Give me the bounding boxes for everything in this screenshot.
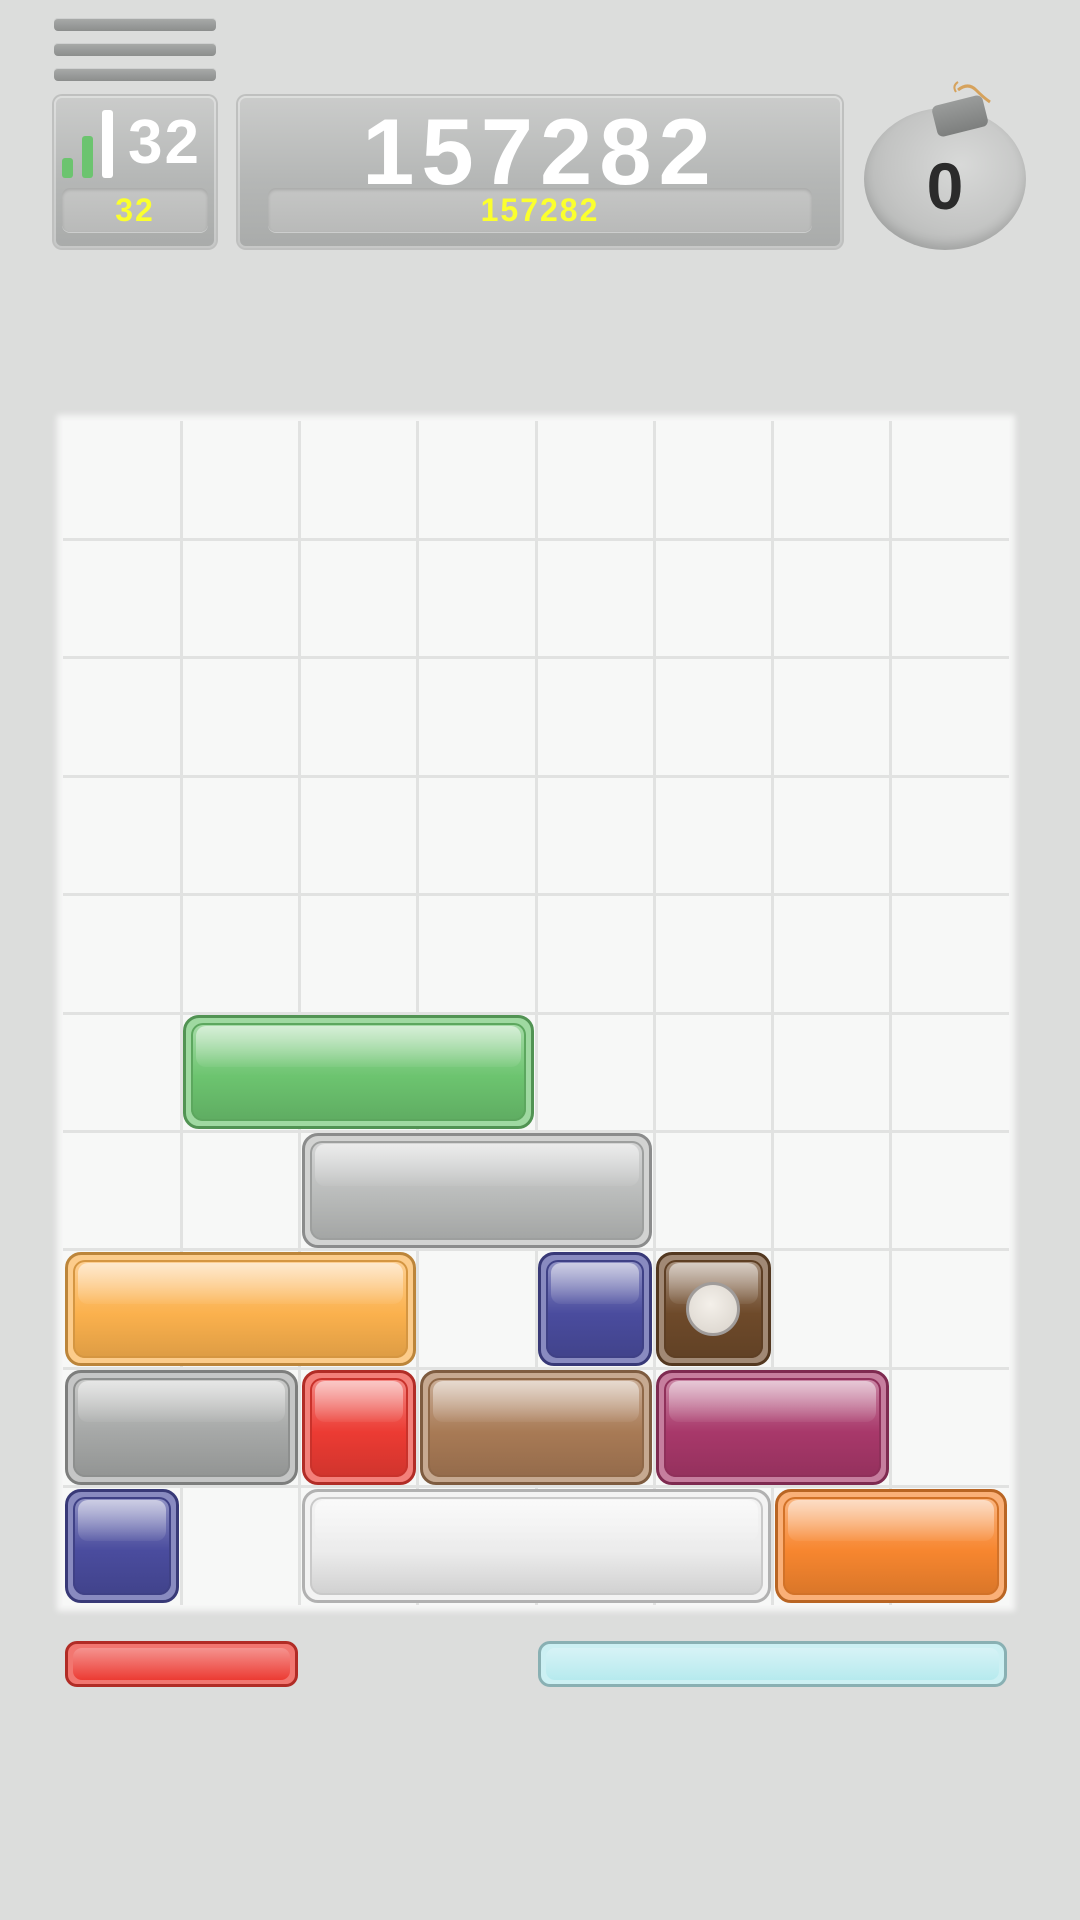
level-value: 32 — [128, 108, 201, 177]
block-navy[interactable] — [65, 1488, 180, 1603]
grid-line — [63, 656, 1009, 660]
block-white[interactable] — [301, 1488, 771, 1603]
grid-line — [63, 893, 1009, 897]
preview-red — [65, 1641, 298, 1687]
block-silver[interactable] — [301, 1133, 653, 1248]
score-panel: 157282 157282 — [238, 96, 842, 248]
grid-line — [63, 774, 1009, 778]
block-dark-gray[interactable] — [65, 1370, 298, 1485]
grid-line — [63, 1485, 1009, 1489]
hamburger-menu-icon[interactable] — [54, 18, 216, 82]
block-red[interactable] — [301, 1370, 416, 1485]
bomb-marker-icon — [686, 1281, 741, 1336]
signal-bars-icon — [62, 110, 118, 178]
block-green[interactable] — [183, 1015, 534, 1130]
game-board[interactable] — [63, 421, 1009, 1605]
block-navy[interactable] — [538, 1251, 653, 1367]
preview-cyan — [538, 1641, 1007, 1687]
level-best: 32 — [62, 188, 208, 232]
block-light-orange[interactable] — [65, 1251, 416, 1367]
block-magenta[interactable] — [656, 1370, 889, 1485]
bomb-button[interactable]: 0 — [864, 78, 1026, 252]
grid-line — [63, 537, 1009, 541]
block-orange[interactable] — [774, 1488, 1007, 1603]
bomb-count: 0 — [926, 149, 964, 223]
level-panel: 32 32 — [54, 96, 216, 248]
block-brown-bomb[interactable] — [656, 1251, 771, 1367]
best-score: 157282 — [268, 188, 812, 232]
block-tan[interactable] — [419, 1370, 653, 1485]
grid-line — [63, 1248, 1009, 1252]
